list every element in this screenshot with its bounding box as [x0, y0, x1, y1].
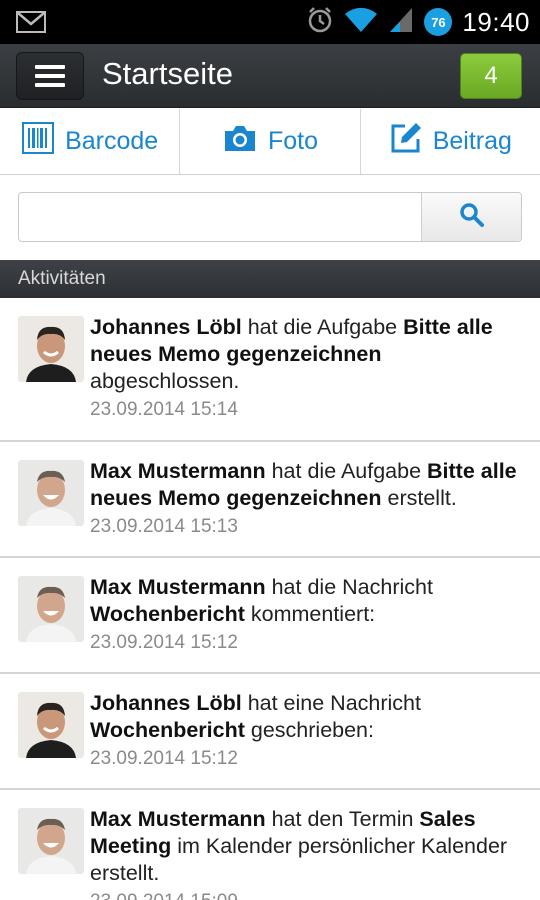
notification-count-button[interactable]: 4	[460, 53, 522, 99]
activity-subject: Wochenbericht	[90, 602, 245, 626]
avatar	[18, 576, 84, 642]
search-icon	[459, 202, 485, 233]
avatar	[18, 808, 84, 874]
activity-text: Max Mustermann hat den Termin Sales Meet…	[90, 806, 530, 887]
activity-date: 23.09.2014 15:12	[90, 632, 238, 653]
barcode-button[interactable]: Barcode	[0, 109, 181, 174]
list-item[interactable]: Johannes Löbl hat die Aufgabe Bitte alle…	[0, 298, 540, 442]
activity-feed: Johannes Löbl hat die Aufgabe Bitte alle…	[0, 298, 540, 900]
activity-action-end: erstellt.	[381, 486, 457, 510]
barcode-label: Barcode	[65, 127, 159, 155]
edit-icon	[389, 121, 423, 162]
activity-date: 23.09.2014 15:14	[90, 399, 238, 420]
list-item[interactable]: Max Mustermann hat die Nachricht Wochenb…	[0, 558, 540, 674]
clock: 19:40	[462, 6, 530, 37]
alarm-icon	[306, 6, 334, 39]
wifi-icon	[344, 6, 378, 39]
search-button[interactable]	[421, 193, 521, 241]
activity-user: Max Mustermann	[90, 807, 266, 831]
activity-date: 23.09.2014 15:13	[90, 516, 238, 537]
post-button[interactable]: Beitrag	[361, 109, 540, 174]
search-bar	[18, 192, 522, 242]
activity-user: Max Mustermann	[90, 575, 266, 599]
activity-text: Max Mustermann hat die Aufgabe Bitte all…	[90, 458, 530, 512]
photo-label: Foto	[267, 127, 318, 155]
status-bar: 76 19:40	[0, 0, 540, 44]
avatar	[18, 692, 84, 758]
activity-user: Max Mustermann	[90, 459, 266, 483]
search-input[interactable]	[19, 193, 421, 241]
activity-action-end: geschrieben:	[244, 718, 374, 742]
activity-action: hat die Aufgabe	[241, 315, 404, 339]
activity-user: Johannes Löbl	[90, 315, 242, 339]
action-bar: Barcode Foto Beitrag	[0, 109, 540, 175]
activity-subject: Wochenbericht	[90, 718, 245, 742]
activities-section-header: Aktivitäten	[0, 260, 540, 298]
list-item[interactable]: Johannes Löbl hat eine Nachricht Wochenb…	[0, 674, 540, 790]
post-label: Beitrag	[432, 127, 512, 155]
camera-icon	[222, 123, 258, 160]
menu-icon	[35, 65, 65, 69]
activity-text: Johannes Löbl hat eine Nachricht Wochenb…	[90, 690, 530, 744]
avatar	[18, 316, 84, 382]
activity-action: hat den Termin	[265, 807, 420, 831]
barcode-icon	[21, 121, 55, 162]
activity-user: Johannes Löbl	[90, 691, 242, 715]
activity-text: Max Mustermann hat die Nachricht Wochenb…	[90, 574, 530, 628]
activity-action-end: abgeschlossen.	[90, 369, 240, 393]
list-item[interactable]: Max Mustermann hat die Aufgabe Bitte all…	[0, 442, 540, 558]
notification-badge: 76	[424, 8, 453, 36]
signal-icon	[388, 6, 414, 39]
activity-action: hat die Nachricht	[265, 575, 433, 599]
activity-date: 23.09.2014 15:12	[90, 748, 238, 769]
activity-text: Johannes Löbl hat die Aufgabe Bitte alle…	[90, 314, 530, 395]
menu-button[interactable]	[16, 52, 84, 100]
page-title: Startseite	[102, 56, 233, 91]
app-header: Startseite 4	[0, 44, 540, 108]
avatar	[18, 460, 84, 526]
activity-date: 23.09.2014 15:09	[90, 891, 238, 900]
activity-action: hat eine Nachricht	[241, 691, 421, 715]
photo-button[interactable]: Foto	[180, 109, 361, 174]
activity-action-end: kommentiert:	[244, 602, 376, 626]
activity-action: hat die Aufgabe	[265, 459, 428, 483]
list-item[interactable]: Max Mustermann hat den Termin Sales Meet…	[0, 790, 540, 900]
mail-icon	[16, 10, 46, 39]
